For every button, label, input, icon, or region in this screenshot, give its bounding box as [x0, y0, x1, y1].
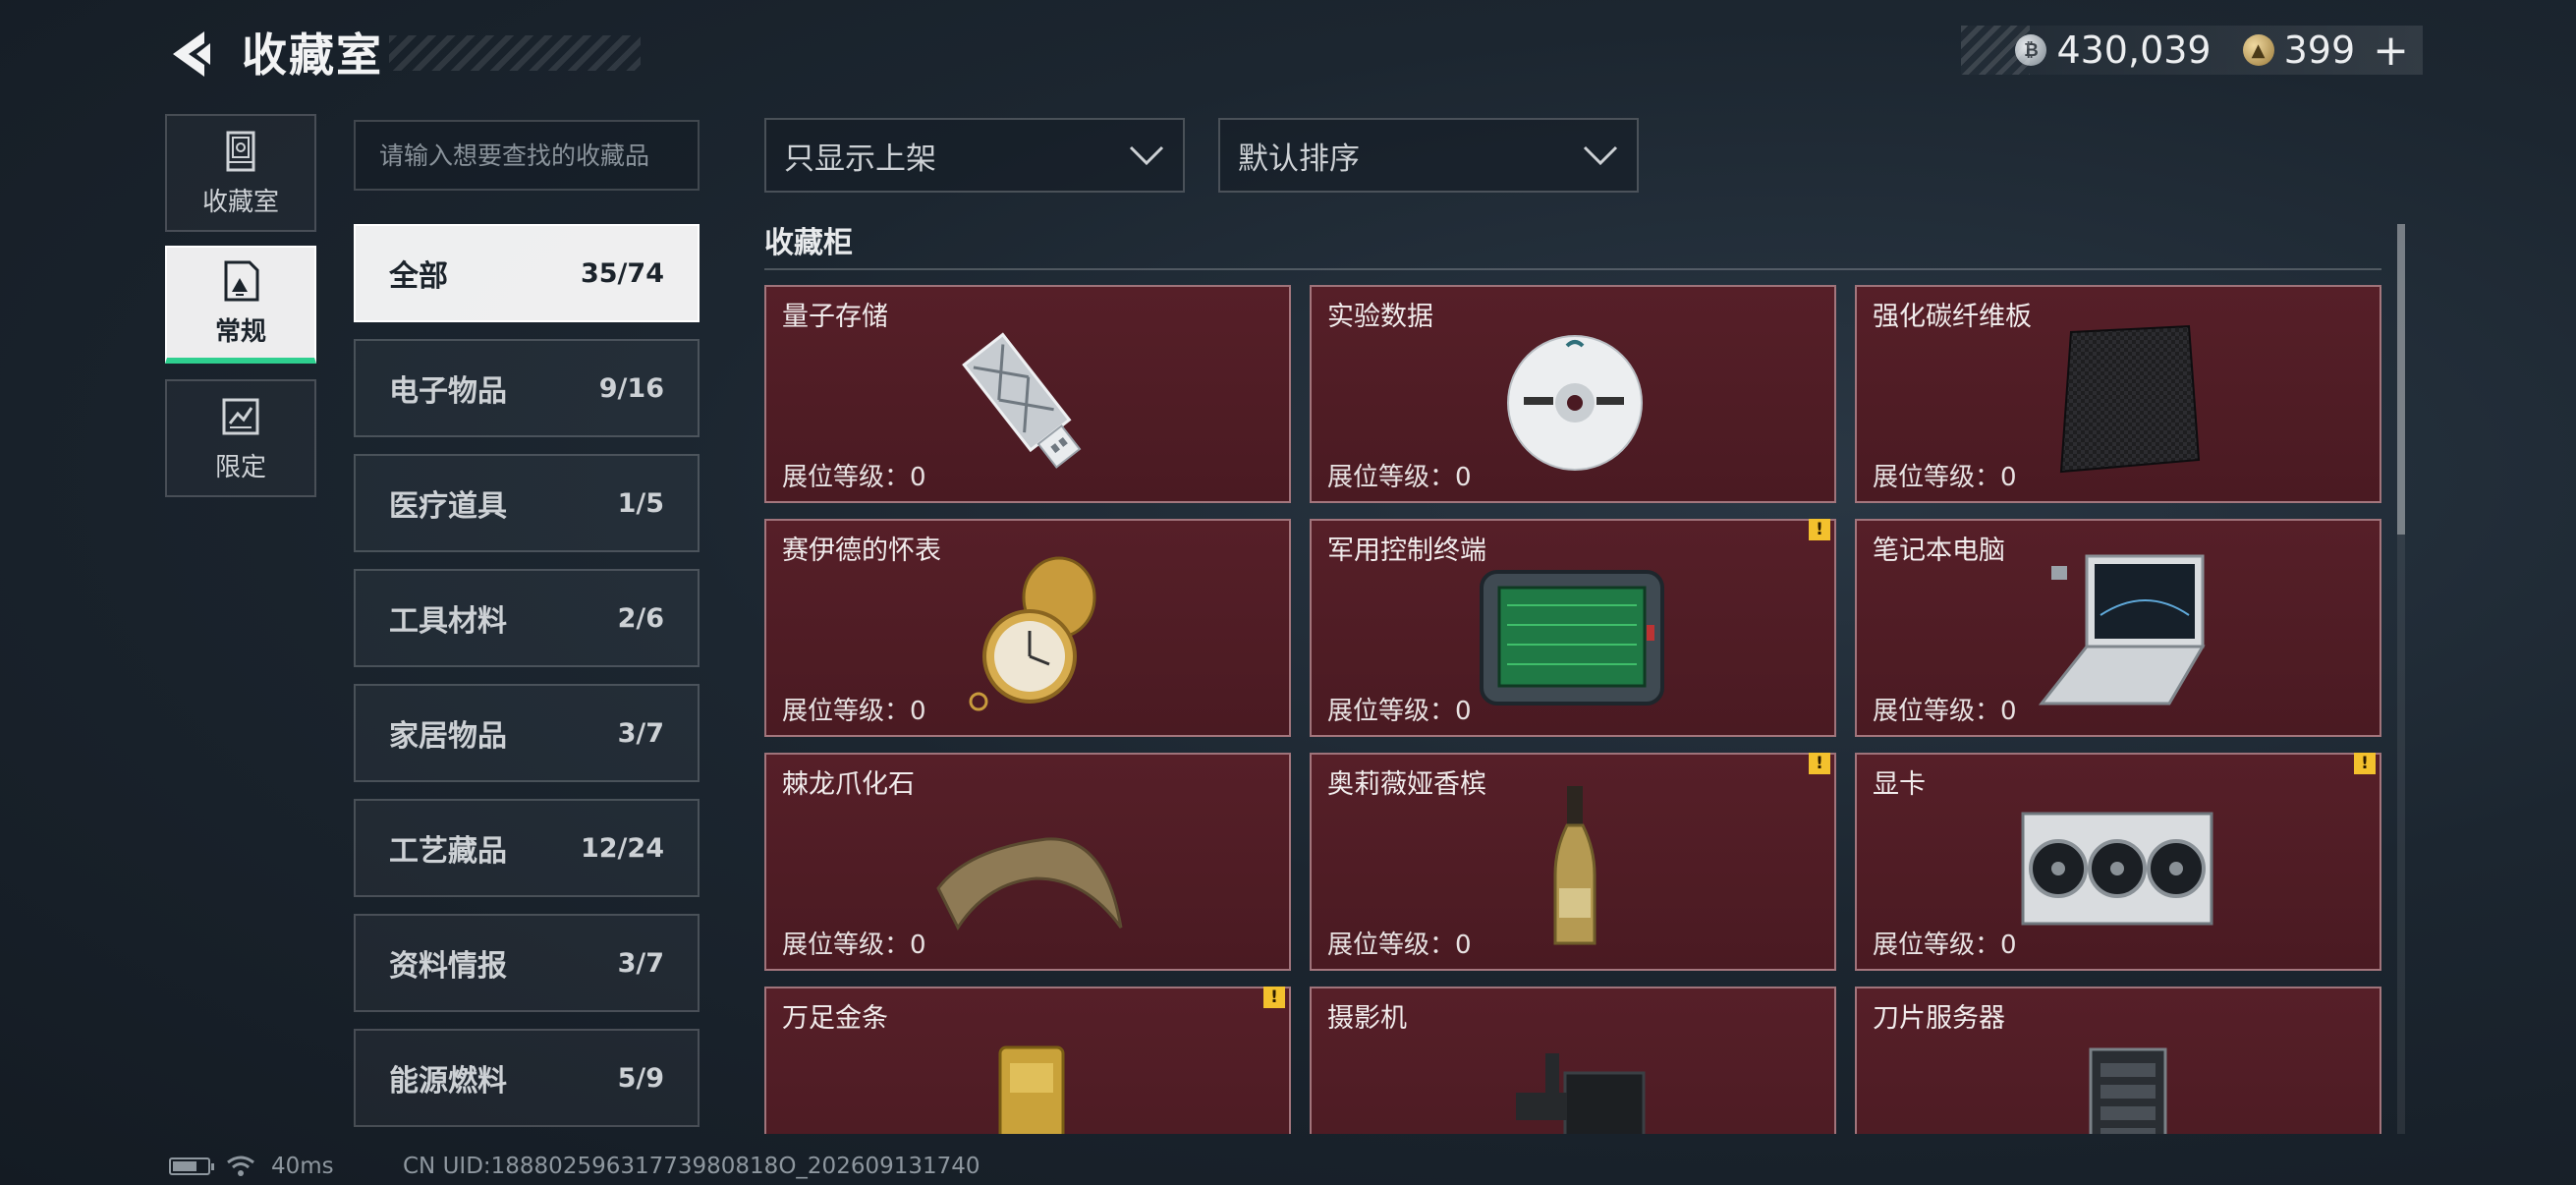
battery-icon: [169, 1157, 214, 1175]
collection-card[interactable]: 显卡 ! 展位等级：0: [1855, 753, 2381, 971]
collection-card[interactable]: 奥莉薇娅香槟 ! 展位等级：0: [1310, 753, 1836, 971]
control-terminal-icon: [1480, 570, 1664, 705]
document-icon: [224, 260, 259, 301]
nav-regular[interactable]: 常规: [165, 246, 316, 364]
silver-balance: 430,039: [2056, 28, 2212, 72]
nav-label: 限定: [214, 452, 266, 482]
wifi-icon: [227, 1156, 254, 1176]
back-arrow-icon[interactable]: [165, 28, 218, 81]
search-input[interactable]: [354, 120, 700, 191]
nav-limited[interactable]: 限定: [165, 379, 316, 497]
category-energy[interactable]: 能源燃料 5/9: [354, 1029, 700, 1127]
gold-balance: 399: [2283, 28, 2356, 72]
display-filter-dropdown[interactable]: 只显示上架: [764, 118, 1185, 193]
page-title: 收藏室: [242, 28, 383, 82]
collection-card[interactable]: 摄影机: [1310, 987, 1836, 1134]
gold-coin-icon: ▲: [2242, 34, 2274, 66]
collection-grid: 量子存储 展位等级：0 实验数据 展位等级：0 强化碳纤维板 展位等级：0 赛伊…: [764, 285, 2381, 1134]
category-electronics[interactable]: 电子物品 9/16: [354, 339, 700, 437]
server-icon: [2089, 1047, 2167, 1134]
nav-label: 收藏室: [201, 187, 279, 217]
usb-drive-icon: [962, 332, 1082, 469]
collection-card[interactable]: 万足金条 !: [764, 987, 1291, 1134]
pocket-watch-icon: [969, 556, 1096, 711]
alert-icon: !: [1809, 753, 1830, 774]
champagne-icon: [1553, 786, 1596, 945]
collection-card[interactable]: 棘龙爪化石 展位等级：0: [764, 753, 1291, 971]
category-crafts[interactable]: 工艺藏品 12/24: [354, 799, 700, 897]
sort-dropdown[interactable]: 默认排序: [1218, 118, 1639, 193]
status-bar: 40ms: [169, 1154, 334, 1179]
carbon-plate-icon: [2059, 324, 2201, 474]
chevron-down-icon: [1583, 145, 1618, 166]
nav-label: 常规: [214, 316, 266, 347]
user-uid: CN UID:18880259631773980818O_20260913174…: [403, 1154, 980, 1179]
collection-card[interactable]: 强化碳纤维板 展位等级：0: [1855, 285, 2381, 503]
collection-card[interactable]: 量子存储 展位等级：0: [764, 285, 1291, 503]
collection-card[interactable]: 刀片服务器: [1855, 987, 2381, 1134]
category-all[interactable]: 全部 35/74: [354, 224, 700, 322]
collection-card[interactable]: 赛伊德的怀表 展位等级：0: [764, 519, 1291, 737]
alert-icon: !: [1263, 987, 1285, 1008]
disc-icon: [1507, 335, 1643, 471]
storage-cabinet-icon: [226, 131, 255, 171]
category-tools[interactable]: 工具材料 2/6: [354, 569, 700, 667]
section-title: 收藏柜: [764, 226, 853, 260]
laptop-icon: [2038, 554, 2206, 705]
category-intel[interactable]: 资料情报 3/7: [354, 914, 700, 1012]
alert-icon: !: [2354, 753, 2376, 774]
nav-collection-room[interactable]: 收藏室: [165, 114, 316, 232]
gold-bar-icon: [998, 1045, 1065, 1134]
collection-card[interactable]: 实验数据 展位等级：0: [1310, 285, 1836, 503]
grid-scrollbar[interactable]: [2397, 224, 2405, 1134]
video-camera-icon: [1516, 1053, 1646, 1134]
category-medical[interactable]: 医疗道具 1/5: [354, 454, 700, 552]
section-divider: [764, 268, 2381, 270]
limited-card-icon: [222, 398, 259, 434]
add-currency-button[interactable]: +: [2373, 26, 2409, 76]
currency-bar: ₿ 430,039 ▲ 399 +: [1961, 26, 2423, 76]
collection-card[interactable]: 笔记本电脑 展位等级：0: [1855, 519, 2381, 737]
category-household[interactable]: 家居物品 3/7: [354, 684, 700, 782]
title-decoration: [389, 35, 641, 71]
scroll-thumb[interactable]: [2397, 224, 2405, 535]
collection-card[interactable]: 军用控制终端 ! 展位等级：0: [1310, 519, 1836, 737]
alert-icon: !: [1809, 519, 1830, 540]
chevron-down-icon: [1129, 145, 1164, 166]
ping-value: 40ms: [271, 1154, 334, 1179]
